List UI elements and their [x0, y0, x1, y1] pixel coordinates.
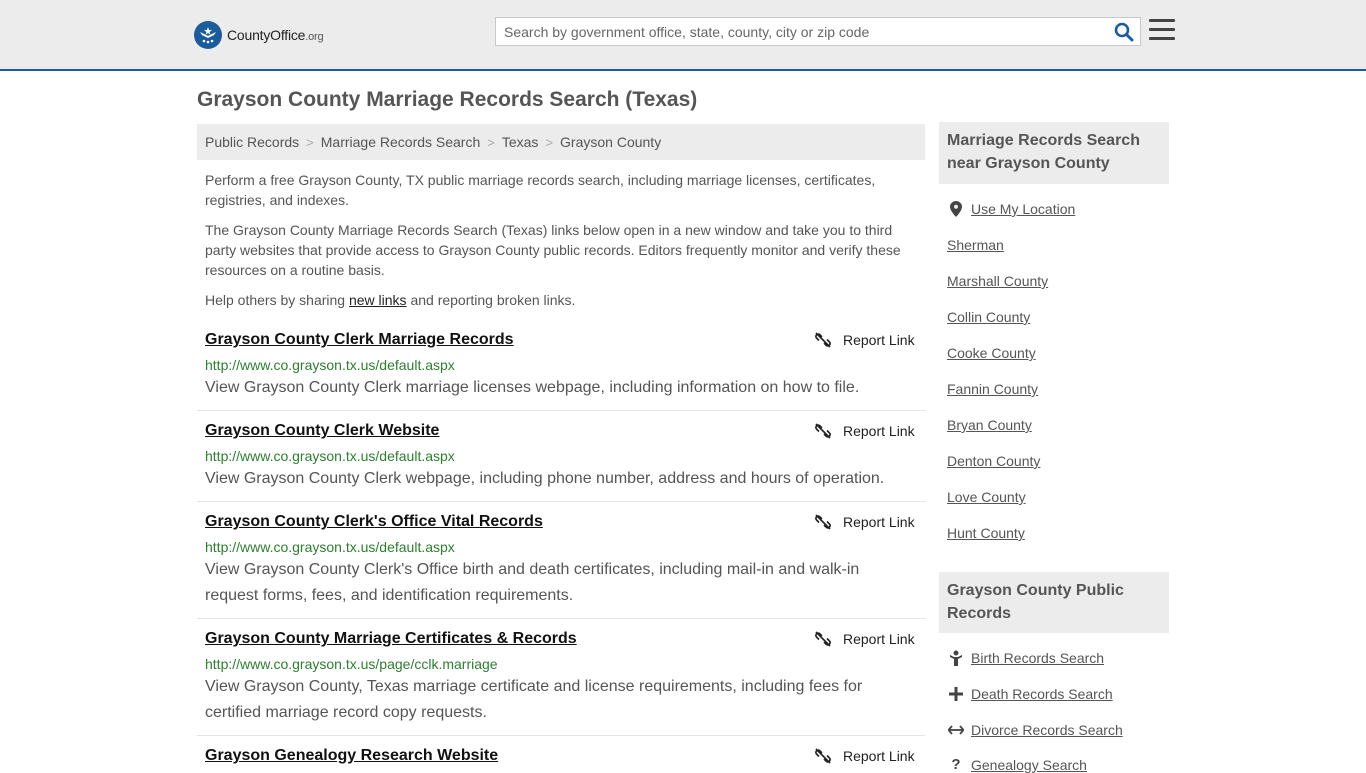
- chevron-right-icon: >: [306, 134, 314, 150]
- result-item: Grayson County Clerk's Office Vital Reco…: [197, 503, 925, 619]
- logo-tld: .org: [305, 31, 324, 43]
- intro-help-text: Help others by sharing new links and rep…: [205, 290, 917, 310]
- death-records-label: Death Records Search: [971, 686, 1113, 702]
- nearby-link-collin-county[interactable]: Collin County: [947, 309, 1030, 325]
- chevron-right-icon: >: [487, 134, 495, 150]
- birth-records-link[interactable]: Birth Records Search: [947, 650, 1104, 666]
- report-link-button[interactable]: Report Link: [815, 423, 915, 439]
- baby-icon: [947, 650, 965, 666]
- result-description: View Grayson County Clerk marriage licen…: [205, 379, 860, 396]
- help-text-before: Help others by sharing: [205, 292, 349, 308]
- site-logo[interactable]: CountyOffice.org: [194, 20, 324, 50]
- nearby-link-hunt-county[interactable]: Hunt County: [947, 525, 1025, 541]
- new-links-link[interactable]: new links: [349, 292, 407, 308]
- result-url: http://www.co.grayson.tx.us/default.aspx: [205, 357, 455, 373]
- logo-emblem-icon: [194, 21, 222, 49]
- report-link-label: Report Link: [843, 332, 915, 348]
- nearby-link-love-county[interactable]: Love County: [947, 489, 1026, 505]
- broken-link-icon: [815, 631, 831, 647]
- logo-text: CountyOffice.org: [227, 27, 324, 43]
- chevron-right-icon: >: [545, 134, 554, 150]
- report-link-label: Report Link: [843, 514, 915, 530]
- nearby-link-bryan-county[interactable]: Bryan County: [947, 417, 1032, 433]
- help-text-after: and reporting broken links.: [406, 292, 576, 308]
- result-title[interactable]: Grayson County Clerk's Office Vital Reco…: [205, 513, 543, 531]
- map-pin-icon: [947, 201, 965, 217]
- search-input[interactable]: [496, 18, 1096, 45]
- result-title[interactable]: Grayson County Marriage Certificates & R…: [205, 630, 577, 648]
- breadcrumb-grayson-county[interactable]: Grayson County: [560, 134, 661, 150]
- death-records-link[interactable]: Death Records Search: [947, 686, 1113, 702]
- use-my-location-label: Use My Location: [971, 201, 1076, 217]
- nearby-link-fannin-county[interactable]: Fannin County: [947, 381, 1038, 397]
- breadcrumb: Public Records > Marriage Records Search…: [197, 124, 925, 160]
- hamburger-menu-icon[interactable]: [1149, 19, 1175, 41]
- result-title[interactable]: Grayson County Clerk Marriage Records: [205, 331, 514, 349]
- breadcrumb-marriage-records[interactable]: Marriage Records Search: [321, 134, 481, 150]
- result-description: View Grayson County Clerk webpage, inclu…: [205, 470, 885, 487]
- split-arrows-icon: [947, 725, 965, 735]
- use-my-location-link[interactable]: Use My Location: [947, 201, 1075, 217]
- result-item: Grayson County Clerk Website Report Link…: [197, 412, 925, 502]
- birth-records-label: Birth Records Search: [971, 650, 1105, 666]
- report-link-button[interactable]: Report Link: [815, 514, 915, 530]
- breadcrumb-texas[interactable]: Texas: [502, 134, 539, 150]
- result-url: http://www.co.grayson.tx.us/page/cclk.ma…: [205, 656, 498, 672]
- divorce-records-link[interactable]: Divorce Records Search: [947, 722, 1123, 738]
- search-box: [495, 17, 1141, 46]
- report-link-label: Report Link: [843, 631, 915, 647]
- result-item: Grayson Genealogy Research Website Repor…: [197, 737, 925, 768]
- report-link-label: Report Link: [843, 423, 915, 439]
- report-link-button[interactable]: Report Link: [815, 748, 915, 764]
- result-title[interactable]: Grayson Genealogy Research Website: [205, 747, 498, 765]
- broken-link-icon: [815, 748, 831, 764]
- result-title[interactable]: Grayson County Clerk Website: [205, 422, 439, 440]
- cross-icon: [947, 687, 965, 701]
- divorce-records-label: Divorce Records Search: [971, 722, 1123, 738]
- intro-paragraph: Perform a free Grayson County, TX public…: [205, 172, 876, 208]
- result-url: http://www.co.grayson.tx.us/default.aspx: [205, 448, 455, 464]
- genealogy-search-link[interactable]: ? Genealogy Search: [947, 756, 1087, 773]
- sidebar-public-records-title: Grayson County Public Records: [939, 572, 1169, 633]
- broken-link-icon: [815, 332, 831, 348]
- genealogy-search-label: Genealogy Search: [971, 756, 1087, 773]
- intro-disclaimer: The Grayson County Marriage Records Sear…: [205, 222, 901, 278]
- logo-main: CountyOffice: [227, 27, 306, 43]
- nearby-link-marshall-county[interactable]: Marshall County: [947, 273, 1048, 289]
- result-description: View Grayson County Clerk's Office birth…: [205, 561, 860, 604]
- report-link-button[interactable]: Report Link: [815, 631, 915, 647]
- breadcrumb-public-records[interactable]: Public Records: [205, 134, 299, 150]
- nearby-link-sherman[interactable]: Sherman: [947, 237, 1004, 253]
- search-icon[interactable]: [1114, 22, 1134, 42]
- nearby-link-denton-county[interactable]: Denton County: [947, 453, 1040, 469]
- top-bar: CountyOffice.org: [0, 0, 1366, 71]
- report-link-label: Report Link: [843, 748, 915, 764]
- nearby-link-cooke-county[interactable]: Cooke County: [947, 345, 1036, 361]
- result-url: http://www.co.grayson.tx.us/default.aspx: [205, 539, 455, 555]
- broken-link-icon: [815, 423, 831, 439]
- result-item: Grayson County Marriage Certificates & R…: [197, 620, 925, 736]
- broken-link-icon: [815, 514, 831, 530]
- question-icon: ?: [951, 756, 961, 773]
- report-link-button[interactable]: Report Link: [815, 332, 915, 348]
- sidebar-nearby-title: Marriage Records Search near Grayson Cou…: [939, 122, 1169, 184]
- result-description: View Grayson County, Texas marriage cert…: [205, 678, 863, 721]
- result-item: Grayson County Clerk Marriage Records Re…: [197, 321, 925, 411]
- page-title: Grayson County Marriage Records Search (…: [197, 88, 698, 111]
